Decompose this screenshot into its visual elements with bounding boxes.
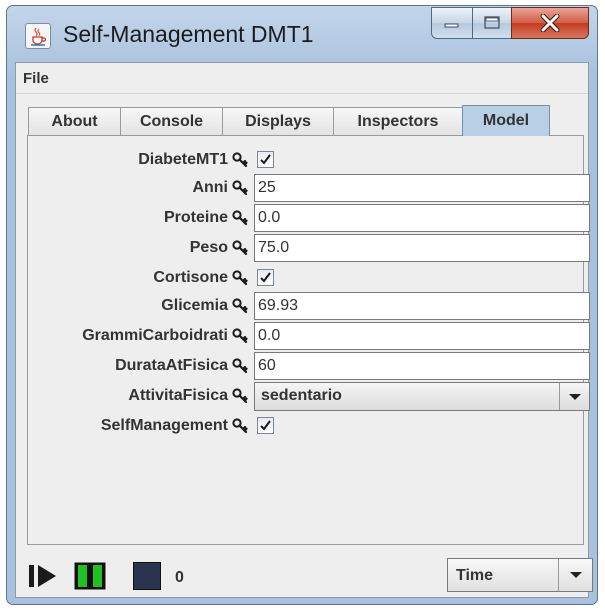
property-row-grammi: GrammiCarboidrati 0.0 <box>28 322 590 350</box>
tab-displays[interactable]: Displays <box>222 107 334 135</box>
attivita-select[interactable]: sedentario <box>254 382 590 411</box>
stop-icon[interactable] <box>133 562 161 590</box>
step-play-icon[interactable] <box>28 564 58 588</box>
property-row-proteine: Proteine 0.0 <box>28 204 590 232</box>
minimize-icon <box>444 23 459 28</box>
property-label: DurataAtFisica <box>115 357 228 374</box>
selfmanagement-checkbox[interactable] <box>257 417 274 434</box>
chevron-down-icon <box>569 572 582 578</box>
key-icon[interactable] <box>232 358 248 374</box>
maximize-button[interactable] <box>472 7 512 39</box>
property-row-durata: DurataAtFisica 60 <box>28 352 590 380</box>
tab-model[interactable]: Model <box>462 105 550 136</box>
key-icon[interactable] <box>232 180 248 196</box>
tab-inspectors[interactable]: Inspectors <box>333 107 463 135</box>
property-label: Anni <box>192 179 228 196</box>
property-label: DiabeteMT1 <box>138 151 228 168</box>
property-label: Cortisone <box>153 269 228 286</box>
close-button[interactable] <box>511 7 589 39</box>
property-label: AttivitaFisica <box>128 387 228 404</box>
key-icon[interactable] <box>232 388 248 404</box>
diabete-checkbox[interactable] <box>257 151 274 168</box>
grammi-input[interactable]: 0.0 <box>254 322 590 350</box>
key-icon[interactable] <box>232 328 248 344</box>
chevron-down-icon <box>568 393 581 400</box>
console-controls: 0 Time <box>16 553 593 599</box>
key-icon[interactable] <box>232 270 248 286</box>
property-row-diabete: DiabeteMT1 <box>28 146 583 174</box>
peso-input[interactable]: 75.0 <box>254 234 590 262</box>
tab-about[interactable]: About <box>28 107 121 135</box>
key-icon[interactable] <box>232 418 248 434</box>
key-icon[interactable] <box>232 210 248 226</box>
property-row-selfmanagement: SelfManagement <box>28 412 583 440</box>
close-icon <box>540 14 560 32</box>
anni-input[interactable]: 25 <box>254 174 590 202</box>
property-label: SelfManagement <box>100 417 228 434</box>
client-area: File About Console Displays Inspectors M… <box>15 62 593 599</box>
window: Self-Management DMT1 File About Console … <box>6 5 598 605</box>
attivita-selected-value: sedentario <box>261 387 342 404</box>
maximize-icon <box>484 16 500 29</box>
durata-input[interactable]: 60 <box>254 352 590 380</box>
time-select[interactable]: Time <box>447 558 593 592</box>
property-row-anni: Anni 25 <box>28 174 590 202</box>
property-label: Glicemia <box>161 297 228 314</box>
cortisone-checkbox[interactable] <box>257 269 274 286</box>
key-icon[interactable] <box>232 298 248 314</box>
tab-console[interactable]: Console <box>120 107 223 135</box>
property-row-peso: Peso 75.0 <box>28 234 590 262</box>
checkmark-icon <box>260 272 271 283</box>
model-panel: DiabeteMT1 Anni 25 Proteine 0.0 Peso 75.… <box>27 135 590 545</box>
menu-bar: File <box>16 63 588 94</box>
property-label: Proteine <box>163 209 228 226</box>
java-cup-icon[interactable] <box>25 23 51 49</box>
step-counter: 0 <box>175 569 184 586</box>
checkmark-icon <box>260 154 271 165</box>
property-row-cortisone: Cortisone <box>28 264 583 292</box>
key-icon[interactable] <box>232 152 248 168</box>
property-label: GrammiCarboidrati <box>82 327 228 344</box>
window-title: Self-Management DMT1 <box>63 21 314 47</box>
dropdown-button[interactable] <box>558 559 592 591</box>
dropdown-button[interactable] <box>559 383 589 410</box>
title-bar[interactable]: Self-Management DMT1 <box>7 6 597 62</box>
time-selected-value: Time <box>456 567 494 584</box>
property-row-glicemia: Glicemia 69.93 <box>28 292 590 320</box>
minimize-button[interactable] <box>431 7 473 39</box>
property-row-attivita: AttivitaFisica sedentario <box>28 382 590 411</box>
checkmark-icon <box>260 420 271 431</box>
menu-file[interactable]: File <box>23 70 49 87</box>
property-label: Peso <box>189 239 228 256</box>
pause-icon[interactable] <box>74 562 106 590</box>
key-icon[interactable] <box>232 240 248 256</box>
proteine-input[interactable]: 0.0 <box>254 204 590 232</box>
glicemia-input[interactable]: 69.93 <box>254 292 590 320</box>
